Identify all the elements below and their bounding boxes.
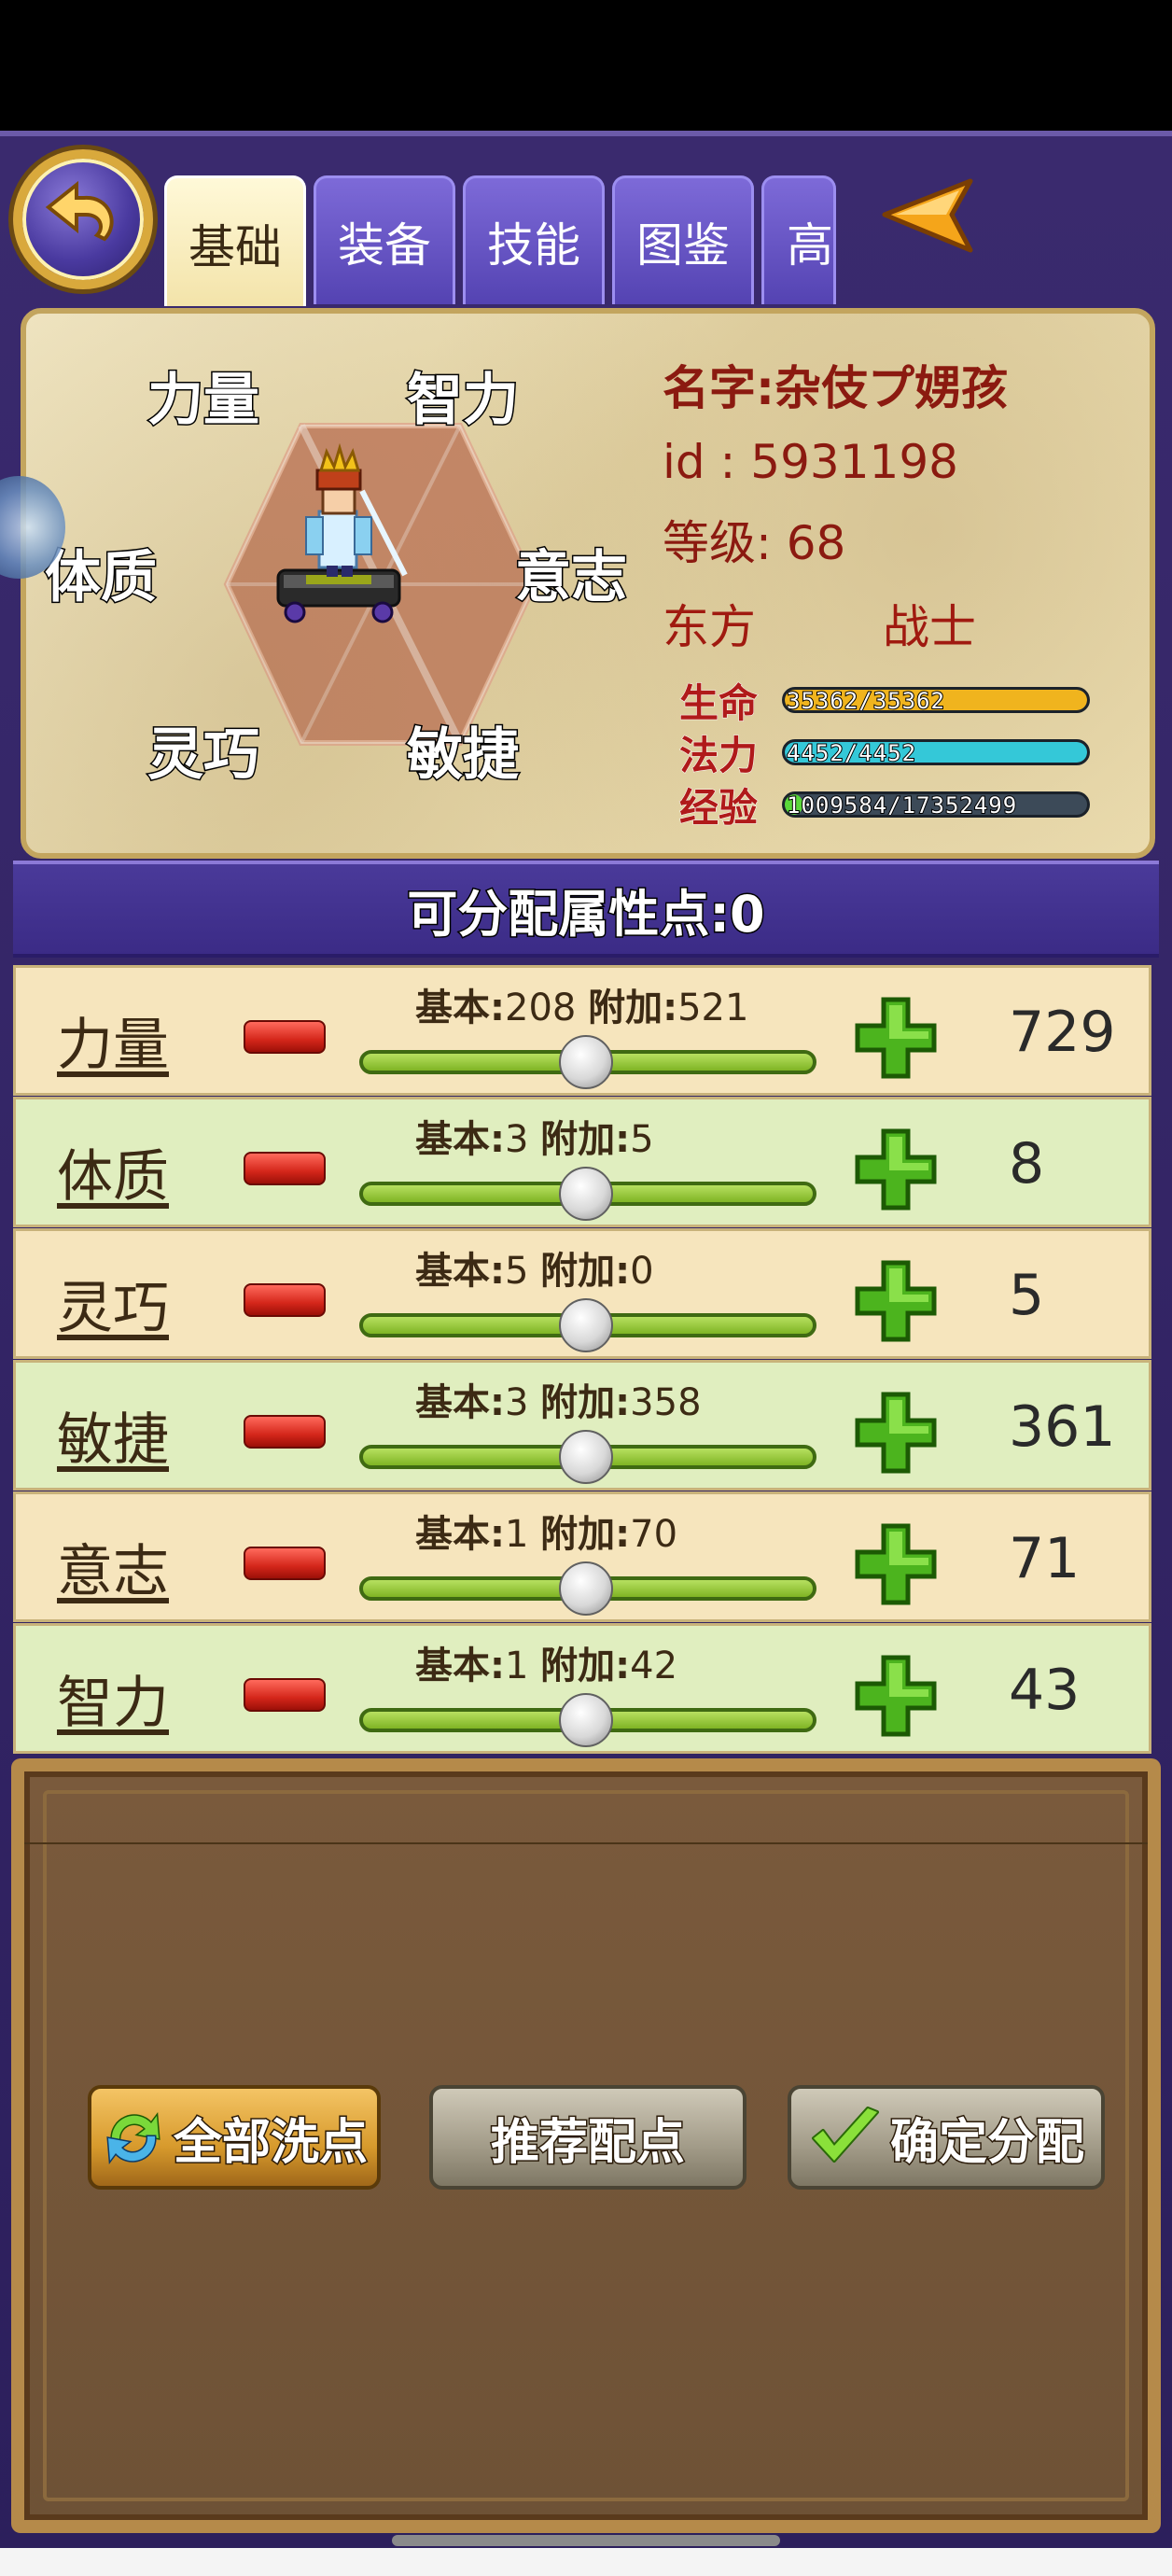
stat-breakdown: 基本:5 附加:0 [415,1250,654,1293]
hp-bar: 35362/35362 [782,687,1090,713]
mp-bar: 4452/4452 [782,739,1090,765]
mp-bar-row: 法力 4452/4452 [679,726,1090,778]
exp-value: 1009584/17352499 [786,792,1018,818]
stat-total: 729 [1009,1000,1116,1065]
stat-name: 体质 [57,1144,169,1210]
recommend-points-label: 推荐配点 [489,2113,686,2172]
increase-button[interactable] [854,1654,938,1738]
tab-codex[interactable]: 图鉴 [612,175,754,304]
exp-label: 经验 [679,784,759,831]
increase-button[interactable] [854,1259,938,1343]
decrease-button[interactable] [244,1020,326,1054]
exp-bar: 1009584/17352499 [782,791,1090,818]
stat-breakdown: 基本:1 附加:42 [415,1645,678,1687]
character-sprite [276,442,408,623]
stat-name: 敏捷 [57,1407,169,1473]
decrease-button[interactable] [244,1415,326,1449]
stat-name: 灵巧 [57,1276,169,1341]
stat-total: 43 [1009,1658,1081,1723]
allocatable-points-bar: 可分配属性点:0 [13,861,1159,958]
slider-knob[interactable] [559,1298,613,1352]
stat-row-agility: 敏捷 基本:3 附加:358 361 [13,1360,1151,1491]
increase-button[interactable] [854,1127,938,1211]
back-button[interactable] [13,149,153,289]
slider-knob[interactable] [559,1561,613,1616]
system-nav-area [0,2548,1172,2576]
exp-bar-row: 经验 1009584/17352499 [679,778,1090,831]
tab-advanced[interactable]: 高 [761,175,836,304]
reset-all-points-button[interactable]: 全部洗点 [88,2085,381,2190]
stat-name: 智力 [57,1671,169,1736]
allocatable-points: 可分配属性点:0 [406,883,766,945]
confirm-allocation-button[interactable]: 确定分配 [788,2085,1105,2190]
status-bars: 生命 35362/35362 法力 4452/4452 经验 1009584/1… [679,674,1090,831]
refresh-icon [106,2111,160,2165]
mp-value: 4452/4452 [786,740,917,765]
increase-button[interactable] [854,996,938,1080]
left-arrow-icon[interactable] [877,174,980,258]
stat-row-intellect: 智力 基本:1 附加:42 43 [13,1623,1151,1754]
stat-row-strength: 力量 基本:208 附加:521 729 [13,965,1151,1096]
stat-breakdown: 基本:1 附加:70 [415,1513,678,1556]
character-faction: 东方 [663,600,756,654]
character-class: 战士 [883,600,976,654]
tab-equipment[interactable]: 装备 [314,175,455,304]
hp-value: 35362/35362 [786,688,945,713]
slider-knob[interactable] [559,1167,613,1221]
stat-breakdown: 基本:3 附加:5 [415,1118,654,1161]
increase-button[interactable] [854,1391,938,1475]
stat-breakdown: 基本:3 附加:358 [415,1381,702,1424]
tab-bar: 基础 装备 技能 图鉴 高 [164,175,836,306]
mp-label: 法力 [679,732,759,778]
reset-all-points-label: 全部洗点 [172,2113,369,2172]
character-level: 等级: 68 [663,516,846,570]
checkmark-icon [811,2107,879,2163]
stat-list: 力量 基本:208 附加:521 729 体质 基本:3 附加:5 8 灵巧 基… [13,965,1151,1755]
decrease-button[interactable] [244,1547,326,1580]
character-name: 名字:杂伎プ娚孩 [663,361,1008,415]
stat-total: 71 [1009,1526,1081,1591]
slider-knob[interactable] [559,1430,613,1484]
tab-skills[interactable]: 技能 [463,175,605,304]
hp-bar-row: 生命 35362/35362 [679,674,1090,726]
stat-row-will: 意志 基本:1 附加:70 71 [13,1491,1151,1622]
increase-button[interactable] [854,1522,938,1606]
slider-knob[interactable] [559,1035,613,1089]
faction-class-row: 东方 战士 [663,590,1008,657]
stat-name: 意志 [57,1539,169,1604]
decrease-button[interactable] [244,1152,326,1185]
hex-label-dexterity: 灵巧 [146,721,261,790]
hex-label-agility: 敏捷 [406,721,521,790]
slider-knob[interactable] [559,1693,613,1747]
character-id: id : 5931198 [663,435,958,489]
hex-label-will: 意志 [514,544,629,612]
stat-breakdown: 基本:208 附加:521 [415,987,749,1029]
recommend-points-button[interactable]: 推荐配点 [429,2085,746,2190]
confirm-allocation-label: 确定分配 [888,2113,1085,2172]
stat-row-constitution: 体质 基本:3 附加:5 8 [13,1097,1151,1227]
tab-basic[interactable]: 基础 [164,175,306,306]
hex-label-intellect: 智力 [406,367,521,435]
character-info: 名字:杂伎プ娚孩 id : 5931198 等级: 68 东方 战士 [663,351,1008,657]
stat-total: 361 [1009,1394,1116,1460]
decrease-button[interactable] [244,1678,326,1712]
decrease-button[interactable] [244,1283,326,1317]
stat-total: 5 [1009,1263,1045,1328]
stat-row-dexterity: 灵巧 基本:5 附加:0 5 [13,1228,1151,1359]
back-arrow-icon [45,180,114,242]
hp-label: 生命 [679,679,759,726]
hex-label-strength: 力量 [146,367,261,435]
home-indicator[interactable] [392,2535,780,2546]
stat-name: 力量 [57,1013,169,1078]
character-panel: 力量 智力 体质 意志 灵巧 敏捷 名字:杂伎プ娚孩 id : 5931198 … [21,308,1155,859]
stat-total: 8 [1009,1131,1045,1197]
